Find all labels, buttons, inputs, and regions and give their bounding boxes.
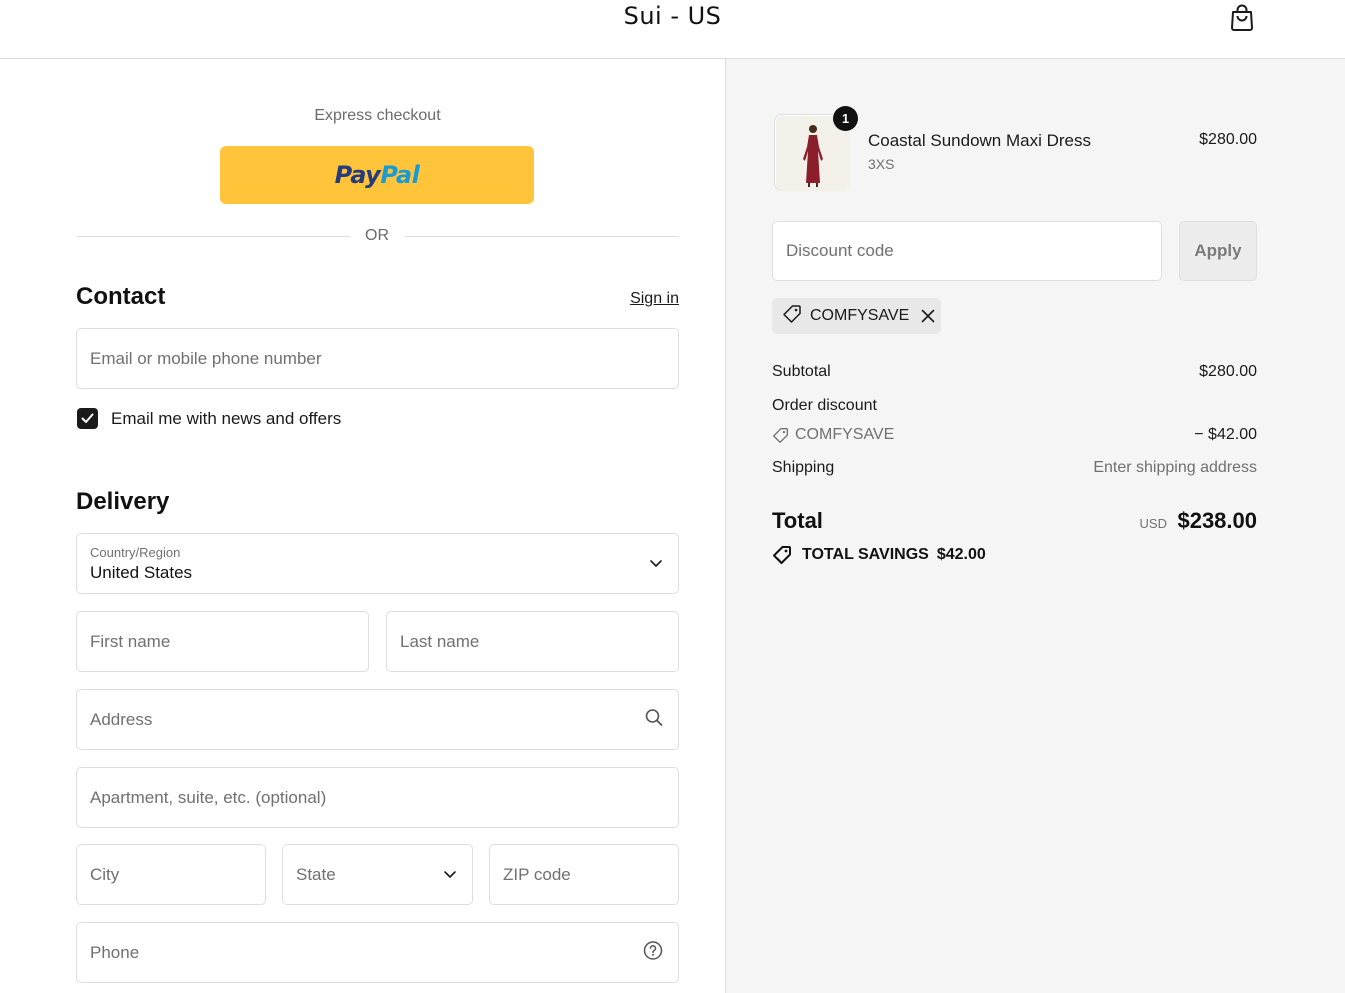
email-placeholder: Email or mobile phone number [90,348,322,368]
applied-discount-code: COMFYSAVE [810,307,910,324]
order-discount-code-row: COMFYSAVE [772,426,894,444]
close-icon[interactable] [921,309,935,323]
contact-heading: Contact [76,283,166,310]
total-amount: $238.00 [1177,508,1257,533]
chevron-down-icon [649,555,663,573]
state-placeholder: State [296,864,336,884]
applied-discount-chip: COMFYSAVE [772,298,941,334]
help-circle-icon[interactable] [643,940,663,965]
discount-code-field[interactable]: Discount code [772,221,1162,281]
delivery-heading: Delivery [76,488,170,515]
address-placeholder: Address [90,709,153,729]
savings-label: TOTAL SAVINGS [802,546,929,563]
shipping-label: Shipping [772,459,835,476]
address-field[interactable]: Address [76,689,679,750]
tag-icon [772,427,789,444]
country-label: Country/Region [90,545,181,560]
quantity-badge: 1 [833,106,858,131]
newsletter-label[interactable]: Email me with news and offers [111,409,341,429]
total-currency: USD [1139,516,1167,531]
phone-placeholder: Phone [90,942,140,962]
country-select[interactable]: Country/Region United States [76,533,679,594]
zip-field[interactable]: ZIP code [489,844,679,905]
order-discount-value: − $42.00 [1194,426,1257,443]
divider [405,236,679,237]
country-value: United States [90,563,193,582]
divider [76,236,350,237]
last-name-field[interactable]: Last name [386,611,679,672]
total-label: Total [772,508,823,533]
product-variant: 3XS [868,156,895,172]
order-discount-code: COMFYSAVE [795,426,895,443]
product-name: Coastal Sundown Maxi Dress [868,131,1091,150]
subtotal-label: Subtotal [772,363,831,380]
zip-placeholder: ZIP code [503,864,571,884]
tag-icon [782,304,802,329]
product-price: $280.00 [1199,131,1257,148]
paypal-logo: PayPal [334,161,420,189]
savings-tag-icon [772,545,792,565]
state-select[interactable]: State [282,844,473,905]
shopping-bag-icon[interactable] [1229,3,1255,31]
total-savings: TOTAL SAVINGS $42.00 [772,545,986,565]
shipping-value: Enter shipping address [1093,459,1257,476]
first-name-field[interactable]: First name [76,611,369,672]
apply-button[interactable]: Apply [1179,221,1257,281]
order-summary: 1 Coastal Sundown Maxi Dress 3XS $280.00… [725,59,1345,993]
last-name-placeholder: Last name [400,631,480,651]
order-discount-label: Order discount [772,397,877,414]
savings-value: $42.00 [936,546,986,563]
checkmark-icon [81,413,94,423]
paypal-button[interactable]: PayPal [220,146,534,204]
sign-in-link[interactable]: Sign in [560,290,679,308]
checkout-form: Express checkout PayPal OR Contact Sign … [0,59,725,993]
discount-placeholder: Discount code [786,241,894,260]
product-thumbnail: 1 [774,106,858,191]
apartment-placeholder: Apartment, suite, etc. (optional) [90,787,327,807]
or-label: OR [357,227,397,245]
city-placeholder: City [90,864,120,884]
newsletter-checkbox[interactable] [77,408,98,429]
search-icon [645,708,663,731]
express-checkout-title: Express checkout [314,107,441,124]
first-name-placeholder: First name [90,631,171,651]
phone-field[interactable]: Phone [76,922,679,983]
email-field[interactable]: Email or mobile phone number [76,328,679,389]
subtotal-value: $280.00 [1199,363,1257,380]
store-name[interactable]: Sui - US [0,2,1345,30]
city-field[interactable]: City [76,844,266,905]
chevron-down-icon [443,866,457,884]
header: Sui - US [0,0,1345,59]
apartment-field[interactable]: Apartment, suite, etc. (optional) [76,767,679,828]
